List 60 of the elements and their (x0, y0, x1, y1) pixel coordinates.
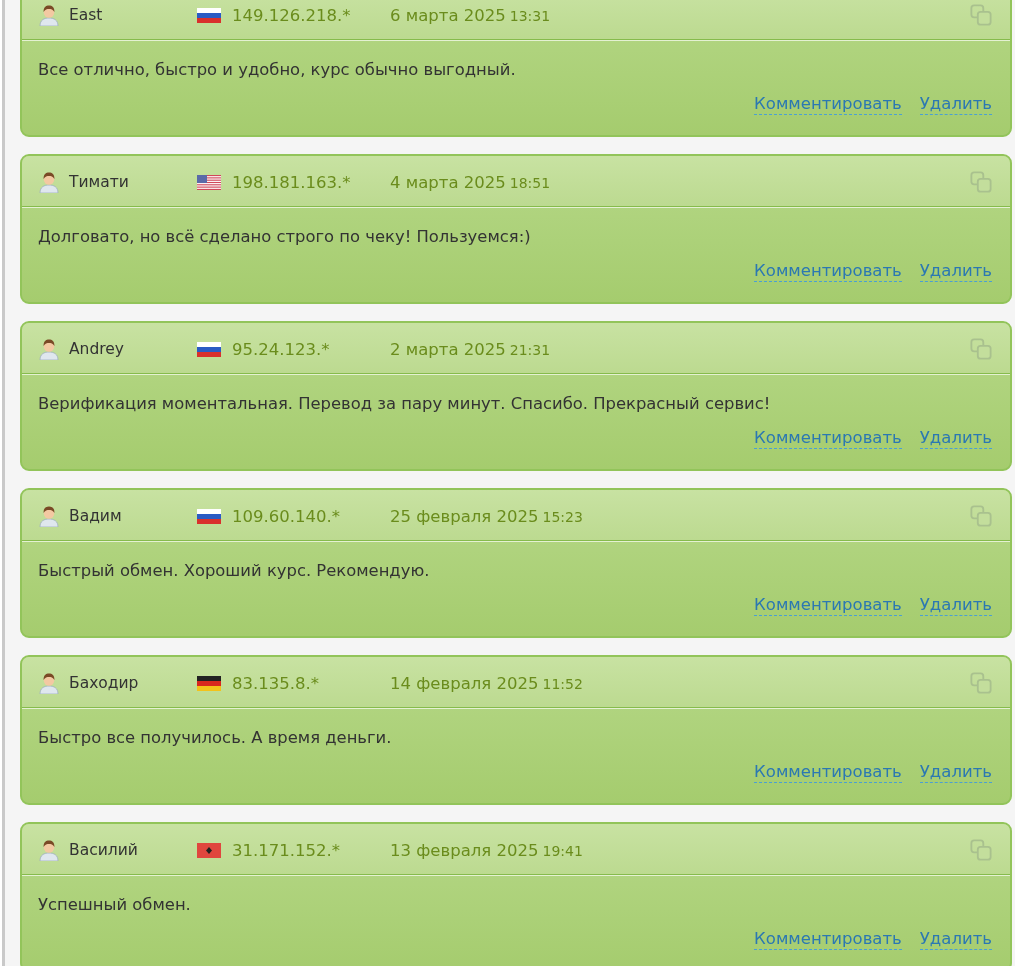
ip-address: 149.126.218.* (232, 5, 352, 25)
flag-icon (197, 7, 221, 23)
user-icon (38, 672, 60, 694)
review-date: 14 февраля 2025 (390, 673, 539, 693)
copy-icon[interactable] (970, 505, 992, 527)
author-name: East (69, 6, 103, 24)
author-name: Andrey (69, 340, 124, 358)
flag-icon (197, 341, 221, 357)
review-time: 11:52 (542, 675, 583, 692)
review-time: 21:31 (509, 341, 551, 358)
review-time: 18:51 (509, 174, 551, 191)
user-icon (38, 505, 60, 527)
ip-address: 95.24.123.* (232, 339, 331, 359)
flag-icon (197, 174, 221, 190)
review-time: 13:31 (509, 7, 551, 24)
copy-icon[interactable] (970, 4, 992, 26)
author-name: Василий (69, 841, 138, 859)
flag-icon (197, 842, 221, 858)
user-icon (38, 839, 60, 861)
ip-address: 31.171.152.* (232, 840, 341, 860)
ip-address: 198.181.163.* (232, 172, 352, 192)
review-date: 13 февраля 2025 (390, 840, 539, 860)
review-text: Долговато, но всё сделано строго по чеку! Пользуемся:) (38, 226, 532, 247)
action-link[interactable]: Удалить (919, 428, 992, 449)
user-icon (38, 171, 60, 193)
author-name: Вадим (69, 507, 122, 525)
copy-icon[interactable] (970, 839, 992, 861)
review-date: 25 февраля 2025 (390, 506, 539, 526)
action-link[interactable]: Удалить (919, 94, 992, 115)
action-link[interactable]: Комментировать (754, 428, 902, 449)
action-link[interactable]: Удалить (919, 929, 992, 950)
review-time: 15:23 (542, 508, 583, 525)
review-text: Быстро все получилось. А время деньги. (38, 727, 393, 748)
review-date: 6 марта 2025 (390, 5, 506, 25)
review-date: 2 марта 2025 (390, 339, 506, 359)
user-icon (38, 4, 60, 26)
action-link[interactable]: Удалить (919, 595, 992, 616)
flag-icon (197, 675, 221, 691)
flag-icon (197, 508, 221, 524)
author-name: Тимати (69, 173, 129, 191)
action-link[interactable]: Комментировать (754, 94, 902, 115)
copy-icon[interactable] (970, 672, 992, 694)
review-date: 4 марта 2025 (390, 172, 506, 192)
ip-address: 109.60.140.* (232, 506, 341, 526)
user-icon (38, 338, 60, 360)
action-link[interactable]: Комментировать (754, 762, 902, 783)
review-time: 19:41 (542, 842, 583, 859)
action-link[interactable]: Комментировать (754, 595, 902, 616)
action-link[interactable]: Удалить (919, 762, 992, 783)
review-text: Все отлично, быстро и удобно, курс обычно выгодный. (38, 59, 517, 80)
review-text: Быстрый обмен. Хороший курс. Рекомендую. (38, 560, 431, 581)
copy-icon[interactable] (970, 171, 992, 193)
ip-address: 83.135.8.* (232, 673, 320, 693)
review-text: Верификация моментальная. Перевод за пару минут. Спасибо. Прекрасный сервис! (38, 393, 772, 414)
author-name: Баходир (69, 674, 139, 692)
action-link[interactable]: Комментировать (754, 261, 902, 282)
action-link[interactable]: Комментировать (754, 929, 902, 950)
action-link[interactable]: Удалить (919, 261, 992, 282)
review-text: Успешный обмен. (38, 894, 192, 915)
copy-icon[interactable] (970, 338, 992, 360)
